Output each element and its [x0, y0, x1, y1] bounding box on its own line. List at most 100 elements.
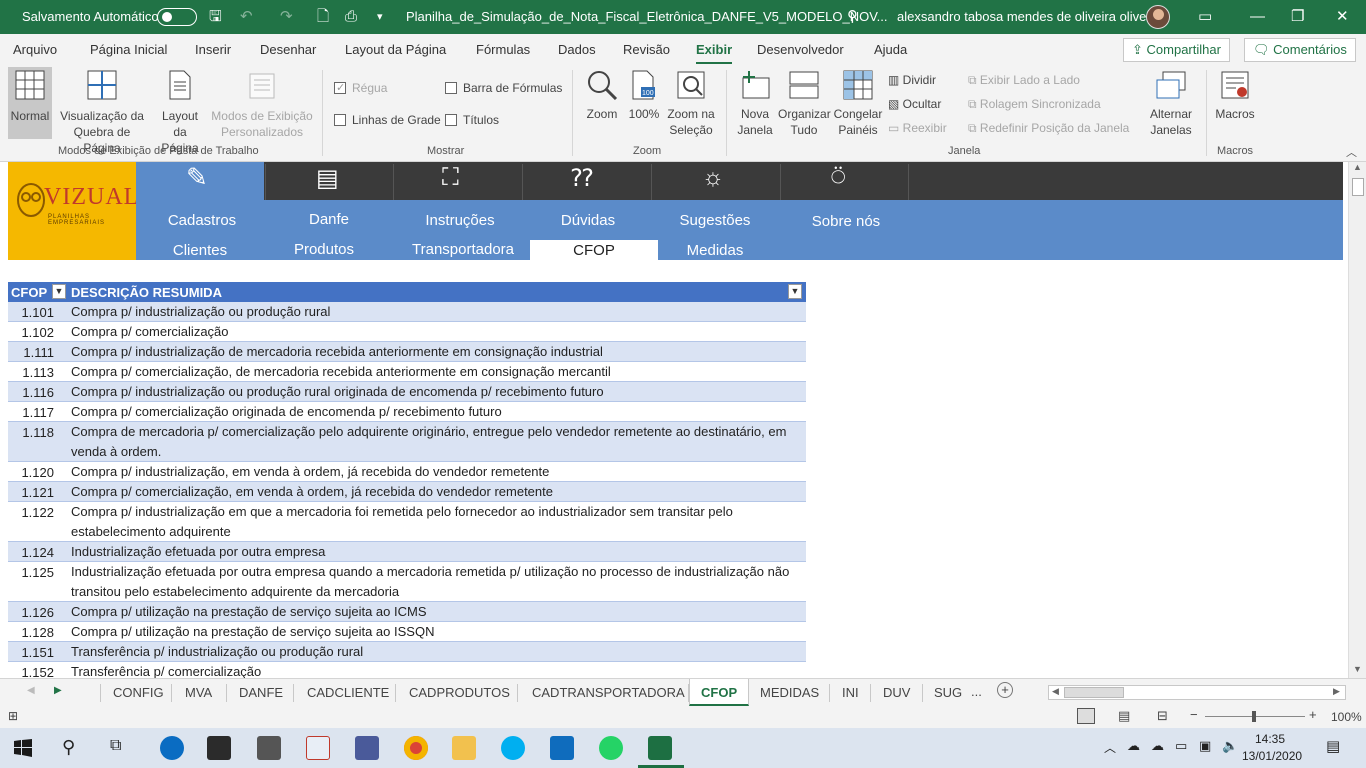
headings-checkbox[interactable]: Títulos [445, 112, 499, 128]
taskbar-search-icon[interactable]: ⚲ [62, 737, 75, 758]
page-layout-button[interactable]: Layout da Página [155, 70, 205, 156]
zoom-in-icon[interactable]: + [1309, 707, 1317, 722]
custom-views-button[interactable]: Modos de Exibição Personalizados [208, 70, 316, 140]
snipping-tool-icon[interactable] [306, 736, 330, 760]
nav-danfe[interactable]: Danfe [265, 211, 393, 228]
sheet-tab-cadcliente[interactable]: CADCLIENTE [307, 685, 389, 700]
autosave-toggle[interactable] [157, 8, 197, 26]
prev-sheet-icon[interactable]: ◀ [27, 685, 35, 696]
nav-cadastros[interactable]: Cadastros [138, 212, 266, 229]
zoom-button[interactable]: Zoom [580, 70, 624, 122]
table-row[interactable]: 1.101 Compra p/ industrialização ou produ… [8, 302, 806, 322]
nav-cadastros-icon-cell[interactable]: ✎ [136, 162, 264, 200]
tab-layout-da-pagina[interactable]: Layout da Página [345, 42, 446, 57]
nav-duvidas[interactable]: Dúvidas [524, 212, 652, 229]
table-row[interactable]: 1.151 Transferência p/ industrialização o… [8, 642, 806, 662]
formula-bar-checkbox[interactable]: Barra de Fórmulas [445, 80, 562, 96]
store-icon[interactable] [207, 736, 231, 760]
scroll-down-icon[interactable]: ▼ [1353, 664, 1362, 674]
tab-arquivo[interactable]: Arquivo [13, 42, 57, 57]
subnav-medidas[interactable]: Medidas [651, 242, 779, 259]
tab-exibir[interactable]: Exibir [696, 42, 733, 65]
sync-scroll-button[interactable]: ⧉ Rolagem Sincronizada [968, 96, 1101, 112]
table-row[interactable]: 1.121 Compra p/ comercialização, em venda… [8, 482, 806, 502]
hide-button[interactable]: ▧ Ocultar [888, 96, 941, 112]
zoom-selection-button[interactable]: Zoom na Seleção [664, 70, 718, 138]
onedrive-icon[interactable]: ☁ [1127, 738, 1140, 754]
sheet-tab-medidas[interactable]: MEDIDAS [760, 685, 819, 700]
nav-sobre-nos[interactable]: Sobre nós [782, 213, 910, 230]
add-sheet-icon[interactable]: + [997, 682, 1013, 698]
nav-sugestoes-icon-cell[interactable]: ☼ [651, 164, 779, 200]
customize-qat-icon[interactable]: ▾ [377, 8, 383, 26]
clock-date[interactable]: 13/01/2020 [1242, 749, 1302, 763]
macro-record-icon[interactable]: ⊞ [8, 709, 18, 723]
subnav-transportadora[interactable]: Transportadora [399, 241, 527, 258]
undo-icon[interactable]: ↶ [240, 8, 253, 26]
redo-icon[interactable]: ↷ [280, 8, 293, 26]
tab-inserir[interactable]: Inserir [195, 42, 231, 57]
page-break-preview-button[interactable]: Visualização da Quebra de Página [54, 70, 150, 156]
edge-icon[interactable] [160, 736, 184, 760]
sheet-tab-cadprodutos[interactable]: CADPRODUTOS [409, 685, 510, 700]
sheet-tab-config[interactable]: CONFIG [113, 685, 164, 700]
table-row[interactable]: 1.128 Compra p/ utilização na prestação d… [8, 622, 806, 642]
page-layout-status-icon[interactable]: ▤ [1118, 708, 1130, 724]
nav-sugestoes[interactable]: Sugestões [651, 212, 779, 229]
normal-view-status-icon[interactable] [1077, 708, 1095, 724]
network-icon[interactable]: ▣ [1199, 738, 1211, 754]
sheet-tab-duv[interactable]: DUV [883, 685, 910, 700]
file-explorer-icon[interactable] [452, 736, 476, 760]
table-row[interactable]: 1.116 Compra p/ industrialização ou produ… [8, 382, 806, 402]
tab-desenvolvedor[interactable]: Desenvolvedor [757, 42, 844, 57]
table-row[interactable]: 1.118 Compra de mercadoria p/ comercializ… [8, 422, 806, 462]
reset-window-position-button[interactable]: ⧉ Redefinir Posição da Janela [968, 120, 1129, 136]
table-row[interactable]: 1.122 Compra p/ industrialização em que a… [8, 502, 806, 542]
table-row[interactable]: 1.126 Compra p/ utilização na prestação d… [8, 602, 806, 622]
vertical-scroll-thumb[interactable] [1352, 178, 1364, 196]
sheet-tab-danfe[interactable]: DANFE [239, 685, 283, 700]
tab-ajuda[interactable]: Ajuda [874, 42, 907, 57]
table-row[interactable]: 1.152 Transferência p/ comercialização [8, 662, 806, 678]
mail-icon[interactable] [257, 736, 281, 760]
zoom-level[interactable]: 100% [1331, 710, 1362, 724]
horizontal-scrollbar[interactable]: ◀ ▶ [1048, 685, 1346, 700]
task-view-icon[interactable]: ⧉ [110, 737, 121, 755]
restore-icon[interactable]: ❐ [1291, 8, 1304, 26]
battery-icon[interactable]: ▭ [1175, 738, 1187, 754]
sheet-tab-ini[interactable]: INI [842, 685, 859, 700]
filter-dropdown-icon[interactable]: ▼ [52, 284, 66, 299]
macros-button[interactable]: Macros [1212, 70, 1258, 122]
clock-time[interactable]: 14:35 [1250, 732, 1290, 746]
ruler-checkbox[interactable]: Régua [334, 80, 387, 96]
table-row[interactable]: 1.120 Compra p/ industrialização, em vend… [8, 462, 806, 482]
filter-dropdown-icon[interactable]: ▼ [788, 284, 802, 299]
search-icon[interactable]: ⚲ [847, 8, 858, 26]
tab-revisao[interactable]: Revisão [623, 42, 670, 57]
table-row[interactable]: 1.125 Industrialização efetuada por outra… [8, 562, 806, 602]
sheet-tab-cadtransportadora[interactable]: CADTRANSPORTADORA [532, 685, 685, 700]
app-icon[interactable] [355, 736, 379, 760]
page-break-status-icon[interactable]: ⊟ [1157, 708, 1168, 724]
vertical-scrollbar[interactable]: ▲ ▼ [1348, 162, 1366, 678]
share-button[interactable]: ⇪ Compartilhar [1123, 38, 1230, 62]
outlook-icon[interactable] [550, 736, 574, 760]
table-row[interactable]: 1.113 Compra p/ comercialização, de merca… [8, 362, 806, 382]
switch-windows-button[interactable]: Alternar Janelas [1142, 70, 1200, 138]
worksheet[interactable]: VIZUAL PLANILHAS EMPRESARIAIS ✎ ▤ ⛶ ⁇ ☼ … [0, 162, 1348, 678]
nav-instrucoes-icon-cell[interactable]: ⛶ [393, 164, 521, 200]
zoom-100-button[interactable]: 100 100% [627, 70, 661, 122]
nav-instrucoes[interactable]: Instruções [396, 212, 524, 229]
notifications-icon[interactable]: ▤ [1326, 737, 1340, 755]
scroll-left-icon[interactable]: ◀ [1052, 686, 1059, 697]
collapse-ribbon-icon[interactable]: ︿ [1346, 144, 1357, 160]
sheet-tab-mva[interactable]: MVA [185, 685, 212, 700]
nav-duvidas-icon-cell[interactable]: ⁇ [522, 164, 650, 200]
zoom-out-icon[interactable]: − [1190, 707, 1198, 722]
zoom-slider-thumb[interactable] [1252, 711, 1256, 722]
print-preview-icon[interactable]: ⎙ [345, 8, 357, 26]
table-row[interactable]: 1.111 Compra p/ industrialização de merca… [8, 342, 806, 362]
freeze-panes-button[interactable]: Congelar Painéis [832, 70, 884, 138]
nav-sobre-icon-cell[interactable]: ⍥ [780, 164, 909, 200]
excel-icon[interactable] [648, 736, 672, 760]
